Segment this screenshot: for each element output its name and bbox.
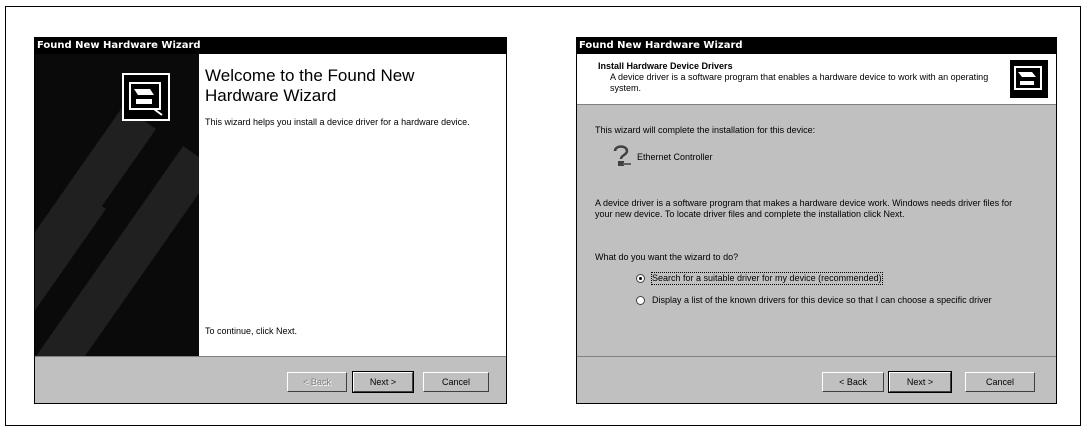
wizard-header: Install Hardware Device Drivers A device… — [577, 54, 1056, 105]
next-button[interactable]: Next > — [888, 371, 952, 393]
cancel-button[interactable]: Cancel — [965, 372, 1035, 392]
display-drivers-option-label[interactable]: Display a list of the known drivers for … — [652, 295, 1022, 306]
window-title: Found New Hardware Wizard — [35, 38, 506, 54]
wizard-side-panel — [35, 54, 199, 356]
header-description: A device driver is a software program th… — [610, 72, 989, 93]
window-title: Found New Hardware Wizard — [577, 38, 1056, 54]
welcome-wizard-window: Found New Hardware Wizard Welcome to the… — [34, 37, 507, 404]
hardware-wizard-icon — [122, 73, 170, 121]
cancel-button[interactable]: Cancel — [423, 372, 489, 392]
button-separator — [35, 356, 506, 357]
back-button[interactable]: < Back — [287, 372, 347, 392]
welcome-content: Welcome to the Found New Hardware Wizard… — [199, 54, 506, 356]
next-button[interactable]: Next > — [352, 371, 414, 393]
search-driver-option-label[interactable]: Search for a suitable driver for my devi… — [651, 272, 883, 285]
display-drivers-radio[interactable] — [636, 296, 645, 305]
hardware-wizard-icon — [1008, 58, 1050, 100]
continue-instruction: To continue, click Next. — [205, 326, 298, 336]
search-driver-radio[interactable] — [636, 274, 645, 283]
button-separator — [577, 356, 1056, 357]
welcome-description: This wizard helps you install a device d… — [205, 117, 470, 127]
intro-text: This wizard will complete the installati… — [595, 125, 816, 135]
question-text: What do you want the wizard to do? — [595, 252, 739, 262]
driver-info-text: A device driver is a software program th… — [595, 198, 1013, 219]
header-title: Install Hardware Device Drivers — [598, 61, 733, 71]
back-button[interactable]: < Back — [822, 372, 884, 392]
welcome-title: Welcome to the Found New Hardware Wizard — [205, 66, 415, 105]
driver-install-wizard-window: Found New Hardware Wizard Install Hardwa… — [576, 37, 1057, 404]
device-name: Ethernet Controller — [637, 152, 713, 162]
question-device-icon — [613, 145, 631, 166]
